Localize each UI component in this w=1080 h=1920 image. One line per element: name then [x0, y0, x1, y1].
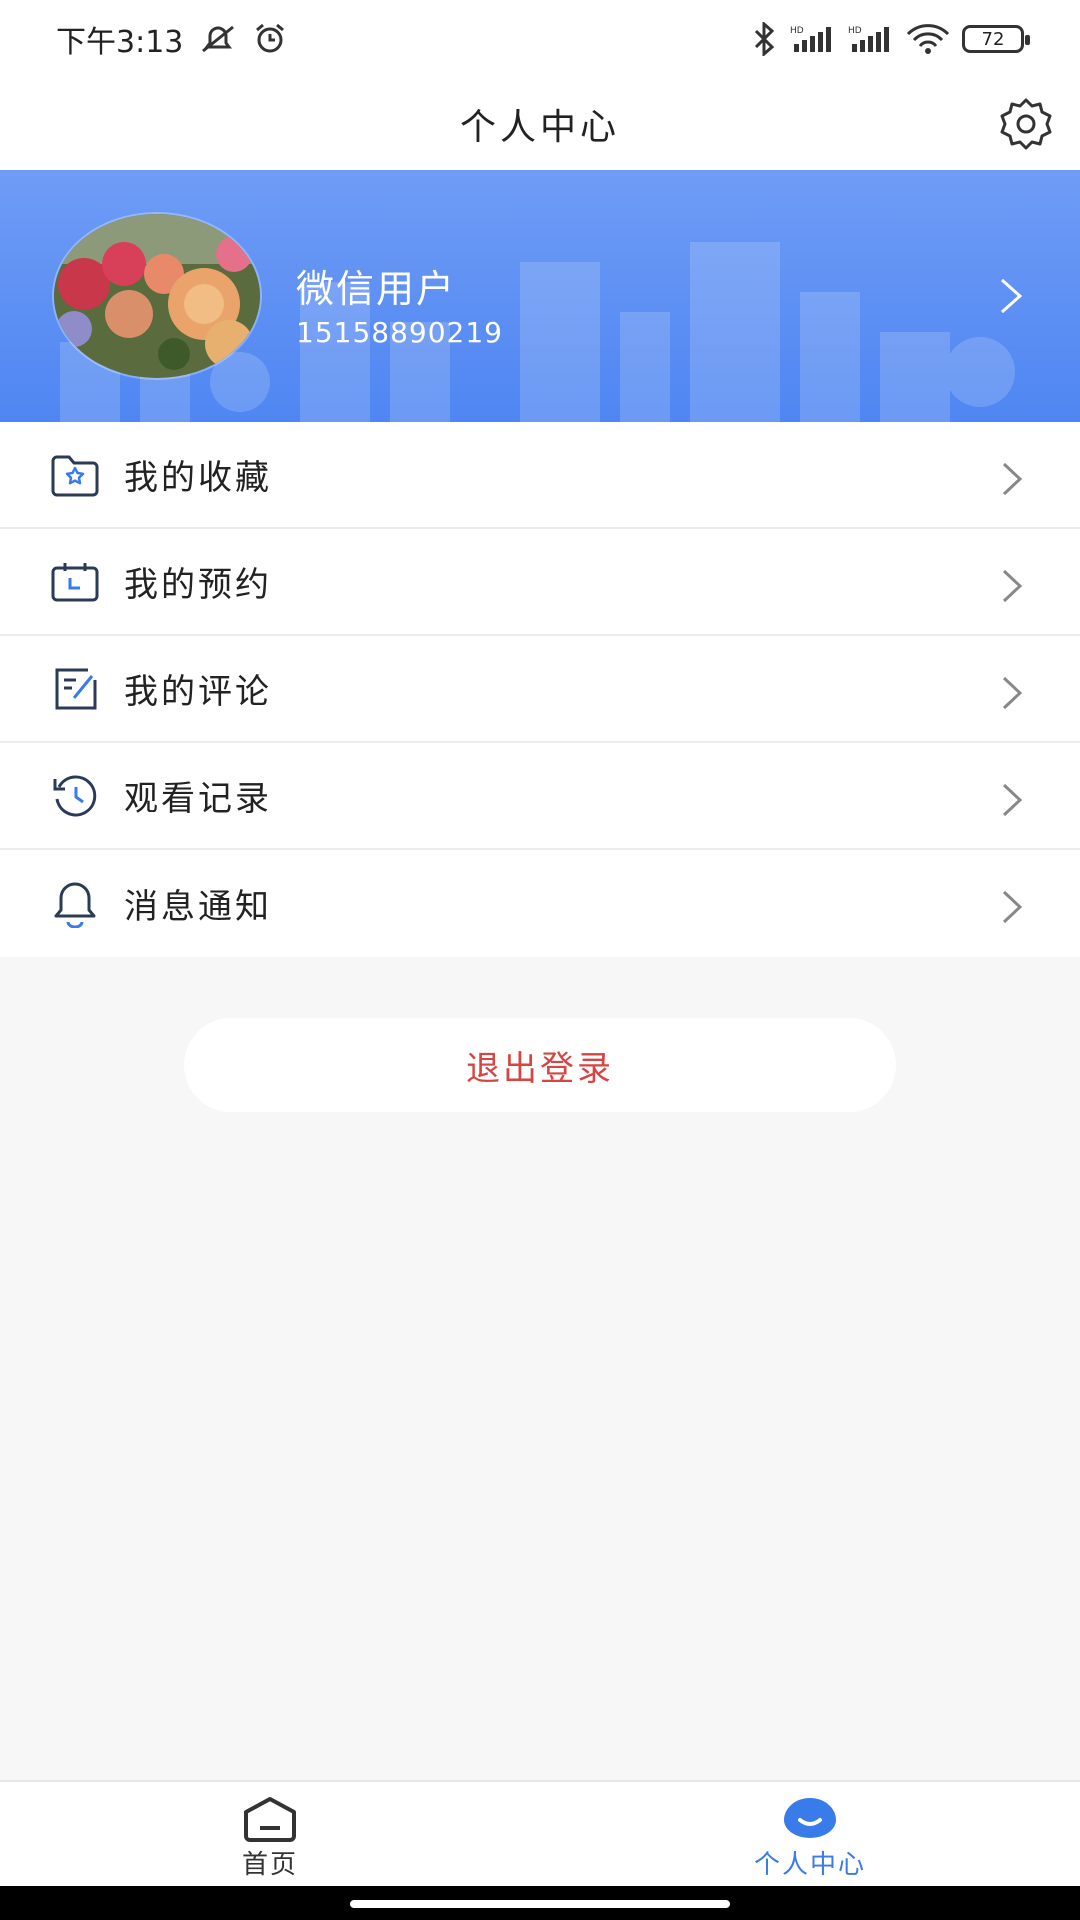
menu-item-label: 我的收藏 — [124, 458, 272, 498]
logout-button[interactable]: 退出登录 — [184, 1018, 896, 1112]
svg-text:HD: HD — [790, 26, 804, 36]
tab-profile[interactable]: 个人中心 — [540, 1782, 1080, 1886]
menu-item-notifications[interactable]: 消息通知 — [0, 850, 1080, 957]
chevron-right-icon — [1002, 890, 1023, 924]
bluetooth-icon — [754, 22, 775, 56]
settings-gear-icon[interactable] — [994, 92, 1058, 156]
alarm-icon — [256, 23, 285, 53]
home-indicator[interactable] — [350, 1900, 730, 1908]
menu-item-label: 我的评论 — [124, 672, 272, 712]
user-name: 微信用户 — [296, 267, 457, 311]
bottom-tab-bar: 首页 个人中心 — [0, 1780, 1080, 1886]
chevron-right-icon — [1002, 783, 1023, 817]
profile-icon — [784, 1798, 836, 1838]
menu-item-favorites[interactable]: 我的收藏 — [0, 422, 1080, 529]
signal-hd-icon: HD — [790, 26, 831, 52]
menu-list: 我的收藏 我的预约 我的评论 观看记录 消息通知 — [0, 422, 1080, 957]
chevron-right-icon — [1002, 676, 1023, 710]
history-icon — [50, 771, 100, 821]
mute-notification-icon — [202, 25, 235, 53]
folder-star-icon — [50, 450, 100, 500]
tab-home[interactable]: 首页 — [0, 1782, 540, 1886]
chevron-right-icon — [1002, 462, 1023, 496]
signal-hd-icon-2: HD — [848, 26, 889, 52]
avatar[interactable] — [52, 212, 262, 380]
chevron-right-icon — [1002, 569, 1023, 603]
battery-indicator: 72 — [962, 25, 1030, 53]
battery-level: 72 — [981, 28, 1005, 50]
menu-item-reservations[interactable]: 我的预约 — [0, 529, 1080, 636]
status-time: 下午3:13 — [56, 25, 184, 60]
tab-label: 首页 — [241, 1850, 298, 1880]
menu-item-comments[interactable]: 我的评论 — [0, 636, 1080, 743]
page-title: 个人中心 — [459, 107, 620, 148]
edit-note-icon — [50, 664, 100, 714]
user-phone: 15158890219 — [296, 316, 503, 349]
nav-bar: 个人中心 — [0, 78, 1080, 170]
menu-item-label: 观看记录 — [124, 779, 272, 819]
menu-item-watch-history[interactable]: 观看记录 — [0, 743, 1080, 850]
bell-icon — [50, 879, 100, 929]
menu-item-label: 我的预约 — [124, 565, 272, 605]
calendar-icon — [50, 557, 100, 607]
profile-banner[interactable]: 微信用户 15158890219 — [0, 170, 1080, 422]
home-icon — [244, 1797, 296, 1842]
chevron-right-icon — [1001, 278, 1023, 314]
tab-label: 个人中心 — [753, 1850, 866, 1880]
svg-text:HD: HD — [848, 26, 862, 36]
avatar-image — [54, 214, 260, 378]
status-bar: 下午3:13 HD HD 72 — [0, 0, 1080, 78]
wifi-icon — [906, 24, 950, 54]
menu-item-label: 消息通知 — [124, 887, 272, 927]
